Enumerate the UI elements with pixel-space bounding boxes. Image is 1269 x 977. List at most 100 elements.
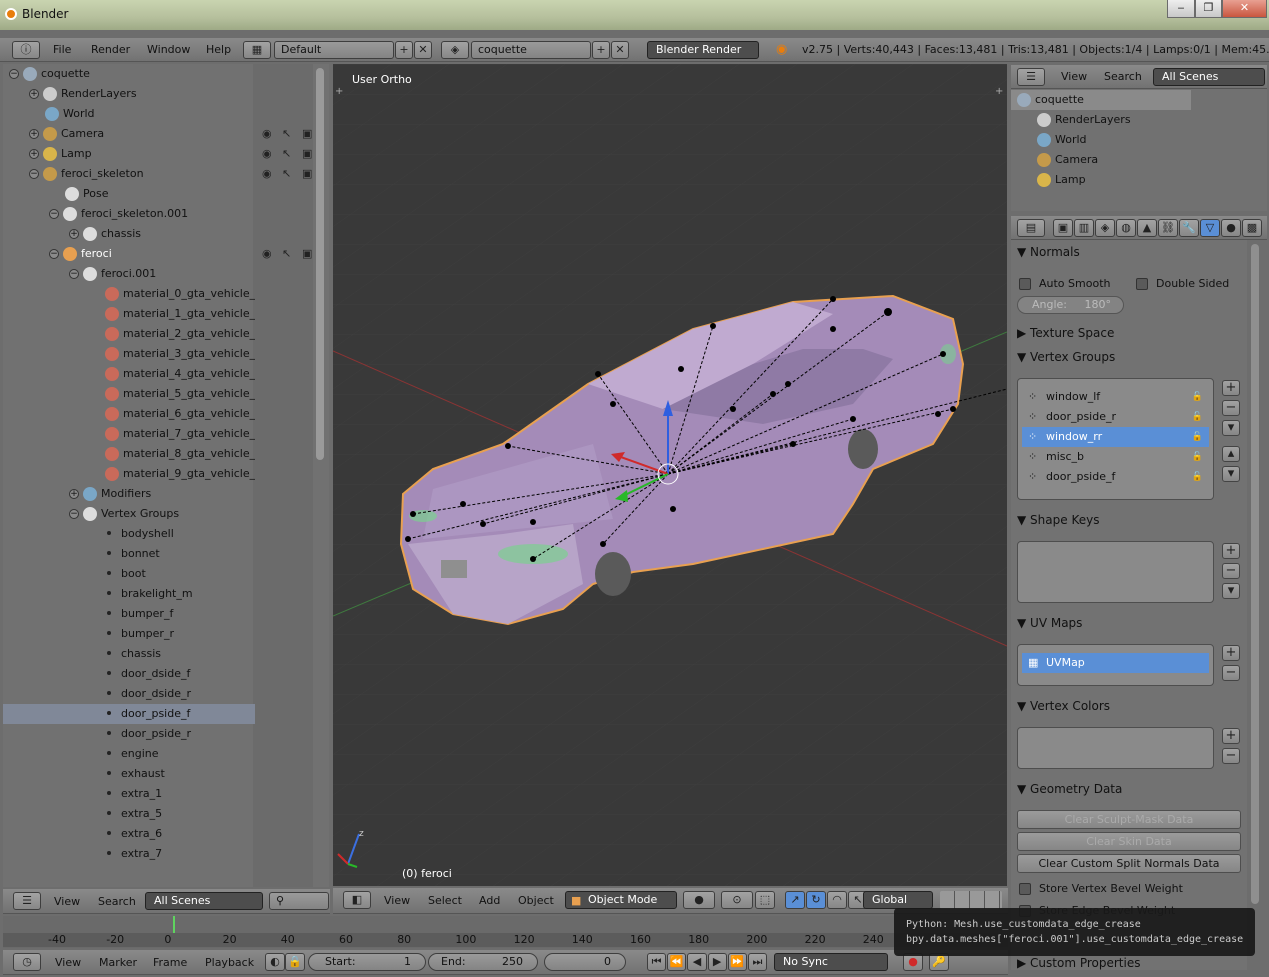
pivot-point-icon[interactable]: ⊙ <box>721 891 753 909</box>
add-vertex-group-button[interactable]: + <box>1222 380 1240 396</box>
outliner-row[interactable]: − feroci_skeleton.001 <box>3 204 255 224</box>
outliner-row[interactable]: material_4_gta_vehicle_in <box>3 364 255 384</box>
editor-type-info-icon[interactable]: ⓘ <box>12 41 40 59</box>
menu-file[interactable]: File <box>53 40 71 60</box>
outliner-row[interactable]: extra_5 <box>3 804 255 824</box>
viewport-menu-object[interactable]: Object <box>518 891 554 911</box>
outliner-row[interactable]: + chassis <box>3 224 255 244</box>
next-keyframe-icon[interactable]: ⏩ <box>727 953 747 971</box>
outliner-row[interactable]: material_5_gta_vehicle_sh <box>3 384 255 404</box>
current-frame-field[interactable]: 0 <box>544 953 626 971</box>
outliner-row[interactable]: chassis <box>3 644 255 664</box>
editor-type-timeline-icon[interactable]: ◷ <box>13 953 41 971</box>
manipulator-icon[interactable]: ⬚ <box>755 891 775 909</box>
outliner-small-menu-view[interactable]: View <box>1061 67 1087 87</box>
sync-mode-select[interactable]: No Sync <box>774 953 888 971</box>
cursor-icon[interactable]: ↖ <box>282 127 291 140</box>
outliner-row[interactable]: door_pside_r <box>3 724 255 744</box>
timeline[interactable]: -40 -20 0 20 40 60 80 100 120 140 160 180 200 220 240 <box>3 916 1008 948</box>
geometry-data-panel-header[interactable]: ▼ Geometry Data <box>1017 782 1122 796</box>
outliner-row[interactable]: − Vertex Groups <box>3 504 255 524</box>
outliner-menu-search[interactable]: Search <box>98 892 136 912</box>
jump-end-icon[interactable]: ⏭ <box>747 953 768 971</box>
move-vertex-group-down-button[interactable]: ▾ <box>1222 466 1240 482</box>
viewport-menu-select[interactable]: Select <box>428 891 462 911</box>
transform-orientation-select[interactable]: Global <box>863 891 933 909</box>
mesh-data-tab-icon[interactable]: ▽ <box>1200 219 1220 237</box>
shape-keys-panel-header[interactable]: ▼ Shape Keys <box>1017 513 1099 527</box>
render-icon[interactable]: ▣ <box>302 167 312 180</box>
lock-icon[interactable]: 🔓 <box>1192 407 1203 427</box>
eye-icon[interactable]: ◉ <box>262 147 272 160</box>
outliner-row[interactable]: material_1_gta_vehicle_m <box>3 304 255 324</box>
outliner-row[interactable]: material_8_gta_vehicle_ve <box>3 444 255 464</box>
outliner-row[interactable]: bumper_f <box>3 604 255 624</box>
timeline-menu-view[interactable]: View <box>55 953 81 973</box>
cursor-icon[interactable]: ↖ <box>282 247 291 260</box>
texture-tab-icon[interactable]: ▩ <box>1242 219 1262 237</box>
eye-icon[interactable]: ◉ <box>262 247 272 260</box>
menu-render[interactable]: Render <box>91 40 130 60</box>
lock-icon[interactable]: 🔓 <box>1192 427 1203 447</box>
viewport-menu-view[interactable]: View <box>384 891 410 911</box>
screen-layout-icon[interactable]: ▦ <box>243 41 271 59</box>
render-icon[interactable]: ▣ <box>302 147 312 160</box>
add-shape-key-button[interactable]: + <box>1222 543 1240 559</box>
remove-shape-key-button[interactable]: − <box>1222 563 1240 579</box>
outliner-filter-select[interactable]: All Scenes <box>145 892 263 910</box>
3d-viewport[interactable]: z User Ortho (0) feroci + + <box>333 64 1007 886</box>
custom-properties-panel-header[interactable]: ▶ Custom Properties <box>1017 956 1140 970</box>
outliner-menu-view[interactable]: View <box>54 892 80 912</box>
play-reverse-icon[interactable]: ◀ <box>687 953 707 971</box>
vertex-group-specials-button[interactable]: ▾ <box>1222 420 1240 436</box>
current-frame-indicator[interactable] <box>173 916 175 934</box>
scene-tab-icon[interactable]: ◈ <box>1095 219 1115 237</box>
remove-vertex-group-button[interactable]: − <box>1222 400 1240 416</box>
store-vertex-bevel-checkbox[interactable]: Store Vertex Bevel Weight <box>1019 882 1183 895</box>
vertex-group-item[interactable]: ⁘ door_pside_f 🔓 <box>1022 467 1209 487</box>
vertex-group-item[interactable]: ⁘ window_rr 🔓 <box>1022 427 1209 447</box>
screen-layout-field[interactable]: Default <box>274 41 394 59</box>
remove-scene-icon[interactable]: ✕ <box>611 41 629 59</box>
clear-custom-split-normals-button[interactable]: Clear Custom Split Normals Data <box>1017 854 1241 873</box>
timeline-menu-marker[interactable]: Marker <box>99 953 137 973</box>
render-icon[interactable]: ▣ <box>302 127 312 140</box>
layers-grid[interactable] <box>940 891 1002 909</box>
menu-window[interactable]: Window <box>147 40 190 60</box>
world-tab-icon[interactable]: ◍ <box>1116 219 1136 237</box>
eye-icon[interactable]: ◉ <box>262 127 272 140</box>
modifiers-tab-icon[interactable]: 🔧 <box>1179 219 1199 237</box>
outliner-small-row[interactable]: Camera <box>1011 150 1191 170</box>
expand-toggle-icon[interactable]: + <box>29 89 39 99</box>
expand-toggle-icon[interactable]: − <box>49 209 59 219</box>
outliner-row[interactable]: exhaust <box>3 764 255 784</box>
clear-sculpt-mask-button[interactable]: Clear Sculpt-Mask Data <box>1017 810 1241 829</box>
outliner-small-row[interactable]: World <box>1011 130 1191 150</box>
cursor-icon[interactable]: ↖ <box>282 167 291 180</box>
menu-help[interactable]: Help <box>206 40 231 60</box>
add-vertex-color-button[interactable]: + <box>1222 728 1240 744</box>
constraints-tab-icon[interactable]: ⛓ <box>1158 219 1178 237</box>
outliner-row[interactable]: extra_1 <box>3 784 255 804</box>
expand-toggle-icon[interactable]: − <box>69 509 79 519</box>
editor-type-3d-icon[interactable]: ◧ <box>343 891 371 909</box>
outliner-scrollbar[interactable] <box>316 68 324 460</box>
add-screen-icon[interactable]: + <box>395 41 413 59</box>
expand-toggle-icon[interactable]: + <box>29 149 39 159</box>
texture-space-panel-header[interactable]: ▶ Texture Space <box>1017 326 1114 340</box>
vertex-colors-panel-header[interactable]: ▼ Vertex Colors <box>1017 699 1110 713</box>
outliner-row[interactable]: Pose <box>3 184 255 204</box>
vertex-group-item[interactable]: ⁘ door_pside_r 🔓 <box>1022 407 1209 427</box>
material-tab-icon[interactable]: ● <box>1221 219 1241 237</box>
lock-icon[interactable]: 🔒 <box>285 953 305 971</box>
shape-key-specials-button[interactable]: ▾ <box>1222 583 1240 599</box>
render-engine-select[interactable]: Blender Render <box>647 41 759 59</box>
prev-keyframe-icon[interactable]: ⏪ <box>667 953 687 971</box>
toolshelf-toggle-icon[interactable]: + <box>335 86 343 97</box>
minimize-button[interactable]: ‒ <box>1167 0 1195 18</box>
outliner-row[interactable]: − coquette <box>3 64 255 84</box>
add-scene-icon[interactable]: + <box>592 41 610 59</box>
lock-icon[interactable]: 🔓 <box>1192 467 1203 487</box>
viewport-menu-add[interactable]: Add <box>479 891 500 911</box>
cursor-icon[interactable]: ↖ <box>282 147 291 160</box>
